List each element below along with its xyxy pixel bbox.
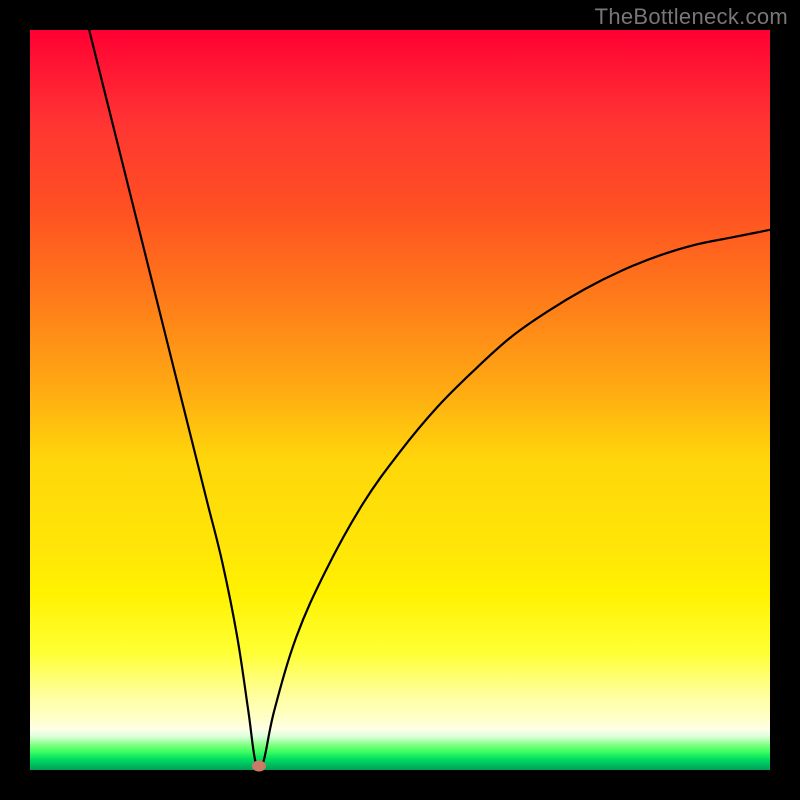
- chart-marker-dot: [252, 761, 266, 772]
- chart-curve: [30, 30, 770, 770]
- watermark-text: TheBottleneck.com: [595, 4, 788, 30]
- chart-plot-area: [30, 30, 770, 770]
